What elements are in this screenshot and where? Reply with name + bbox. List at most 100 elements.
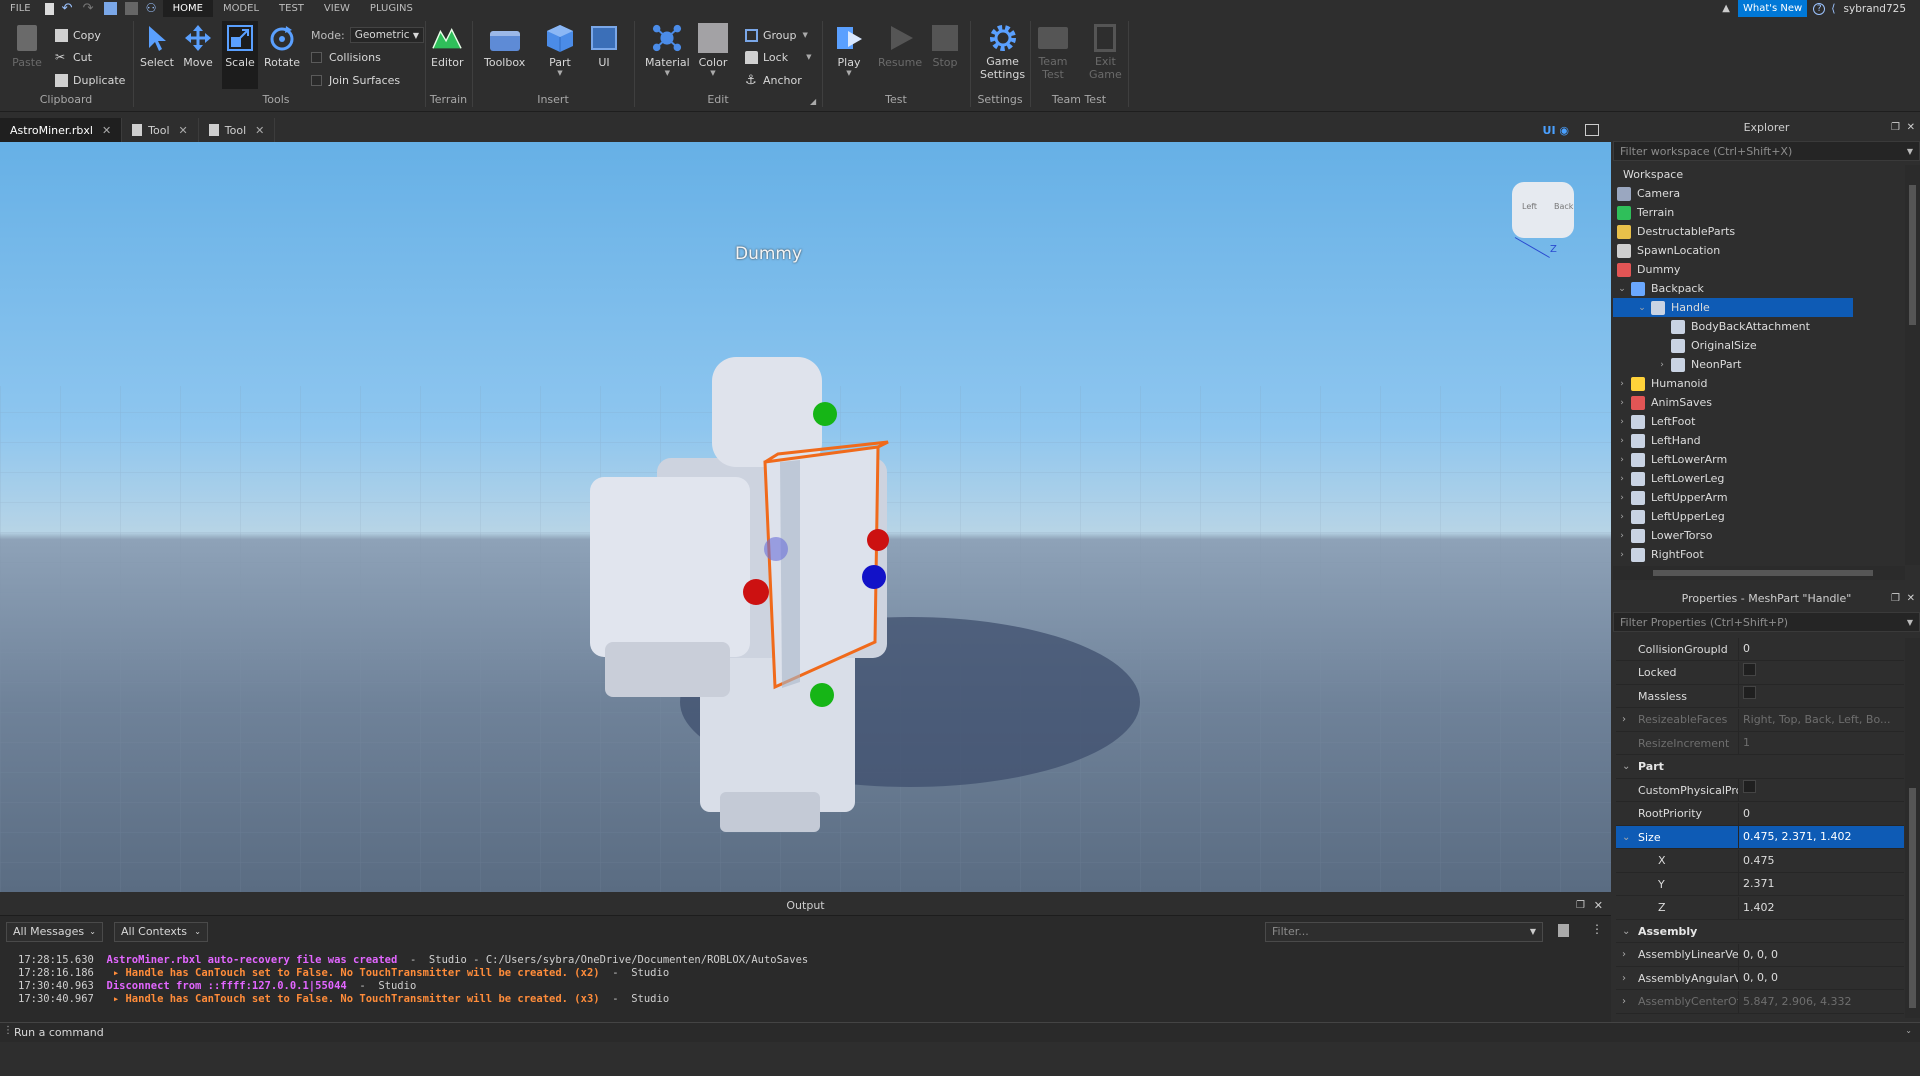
scroll-thumb[interactable] bbox=[1909, 788, 1916, 1008]
property-value[interactable]: 0 bbox=[1738, 802, 1904, 825]
property-row-assemblylinearvelo-[interactable]: › AssemblyLinearVelo...0, 0, 0 bbox=[1616, 943, 1904, 967]
explorer-item-bodybackattachment[interactable]: BodyBackAttachment bbox=[1613, 317, 1905, 336]
chevron-right-icon[interactable]: › bbox=[1617, 531, 1627, 541]
cube-face-left[interactable]: Left bbox=[1522, 202, 1537, 211]
property-row-size[interactable]: ⌄ Size 0.475, 2.371, 1.402 bbox=[1616, 826, 1904, 849]
explorer-item-originalsize[interactable]: OriginalSize bbox=[1613, 336, 1905, 355]
explorer-item-leftfoot[interactable]: › LeftFoot bbox=[1613, 412, 1905, 431]
property-row-x[interactable]: X 0.475 bbox=[1616, 849, 1904, 873]
more-options-icon[interactable]: ⋮ bbox=[1591, 922, 1603, 936]
explorer-item-camera[interactable]: Camera bbox=[1613, 184, 1905, 203]
context-filter-dropdown[interactable]: All Contexts ⌄ bbox=[114, 922, 208, 942]
game-settings-button[interactable]: Game Settings bbox=[980, 23, 1025, 81]
collisions-toggle[interactable]: Collisions bbox=[311, 48, 381, 66]
chevron-down-icon[interactable]: ⌄ bbox=[1622, 926, 1630, 937]
chevron-down-icon[interactable]: ⌄ bbox=[1622, 761, 1630, 772]
property-row-part[interactable]: ⌄ Part bbox=[1616, 755, 1904, 779]
menu-test[interactable]: TEST bbox=[269, 0, 314, 17]
properties-filter-input[interactable]: Filter Properties (Ctrl+Shift+P) ▼ bbox=[1613, 612, 1920, 632]
explorer-item-leftupperarm[interactable]: › LeftUpperArm bbox=[1613, 488, 1905, 507]
select-button[interactable]: Select bbox=[140, 23, 174, 69]
color-button[interactable]: Color ▼ bbox=[698, 23, 728, 77]
property-row-y[interactable]: Y 2.371 bbox=[1616, 873, 1904, 896]
chevron-down-icon[interactable]: ⌄ bbox=[1905, 1026, 1912, 1035]
binoculars-icon[interactable]: ⚇ bbox=[146, 2, 159, 15]
explorer-item-lowertorso[interactable]: › LowerTorso bbox=[1613, 526, 1905, 545]
rotate-button[interactable]: Rotate bbox=[264, 23, 300, 69]
explorer-vscrollbar[interactable] bbox=[1905, 165, 1920, 565]
property-value[interactable]: 0.475 bbox=[1738, 849, 1904, 872]
dock-icon[interactable]: ❐ bbox=[1576, 896, 1585, 916]
property-row-assemblycenterofm-[interactable]: › AssemblyCenterOfM...5.847, 2.906, 4.332 bbox=[1616, 990, 1904, 1014]
team-test-button[interactable]: Team Test bbox=[1038, 23, 1068, 81]
part-button[interactable]: Part ▼ bbox=[545, 23, 575, 77]
paste-button[interactable]: Paste bbox=[12, 23, 42, 69]
explorer-item-backpack[interactable]: ⌄ Backpack bbox=[1613, 279, 1905, 298]
edit-expand-icon[interactable]: ◢ bbox=[810, 97, 816, 106]
close-icon[interactable]: ✕ bbox=[1594, 896, 1603, 916]
chevron-right-icon[interactable]: › bbox=[1617, 493, 1627, 503]
trash-icon[interactable] bbox=[1558, 924, 1569, 937]
dock-icon[interactable]: ❐ bbox=[1891, 589, 1900, 609]
explorer-item-terrain[interactable]: Terrain bbox=[1613, 203, 1905, 222]
3d-viewport[interactable]: Dummy Left Back Z bbox=[0, 142, 1611, 892]
exit-game-button[interactable]: Exit Game bbox=[1089, 23, 1122, 81]
chevron-right-icon[interactable]: › bbox=[1622, 973, 1626, 984]
property-checkbox[interactable] bbox=[1743, 686, 1756, 699]
mode-selector[interactable]: Mode: Geometric ▼ bbox=[311, 26, 425, 44]
explorer-item-workspace[interactable]: Workspace bbox=[1613, 165, 1905, 184]
explorer-item-leftupperleg[interactable]: › LeftUpperLeg bbox=[1613, 507, 1905, 526]
chevron-down-icon[interactable]: ⌄ bbox=[1637, 303, 1647, 313]
play-button[interactable]: Play ▼ bbox=[834, 23, 864, 77]
help-icon[interactable]: ? bbox=[1813, 2, 1826, 15]
explorer-item-handle[interactable]: ⌄ Handle bbox=[1613, 298, 1853, 317]
chevron-right-icon[interactable]: › bbox=[1617, 379, 1627, 389]
chevron-right-icon[interactable]: › bbox=[1617, 512, 1627, 522]
close-icon[interactable]: ✕ bbox=[1907, 118, 1915, 138]
explorer-item-leftlowerleg[interactable]: › LeftLowerLeg bbox=[1613, 469, 1905, 488]
mode-dropdown[interactable]: Geometric ▼ bbox=[349, 27, 425, 43]
undo-icon[interactable]: ↶ bbox=[62, 2, 75, 15]
tab-tool-2[interactable]: Tool ✕ bbox=[199, 118, 276, 142]
ui-visibility-toggle[interactable]: UI ◉ bbox=[1543, 124, 1569, 137]
property-value[interactable]: 0, 0, 0 bbox=[1738, 967, 1904, 989]
explorer-item-humanoid[interactable]: › Humanoid bbox=[1613, 374, 1905, 393]
command-bar[interactable]: ⋮ Run a command ⌄ bbox=[0, 1022, 1920, 1042]
close-icon[interactable]: ✕ bbox=[102, 124, 111, 137]
chevron-down-icon[interactable]: ⌄ bbox=[1617, 284, 1627, 294]
close-icon[interactable]: ✕ bbox=[255, 124, 264, 137]
scroll-thumb[interactable] bbox=[1653, 570, 1873, 576]
property-value[interactable] bbox=[1738, 661, 1904, 684]
cut-button[interactable]: ✂ Cut bbox=[55, 48, 92, 66]
redo-icon[interactable]: ↷ bbox=[83, 2, 96, 15]
terrain-editor-button[interactable]: Editor bbox=[431, 23, 464, 69]
resume-button[interactable]: Resume bbox=[878, 23, 922, 69]
toolbox-button[interactable]: Toolbox bbox=[484, 23, 525, 69]
property-value[interactable]: 0 bbox=[1738, 638, 1904, 660]
property-row-z[interactable]: Z 1.402 bbox=[1616, 896, 1904, 920]
material-button[interactable]: Material ▼ bbox=[645, 23, 690, 77]
chevron-right-icon[interactable]: › bbox=[1617, 436, 1627, 446]
property-row-locked[interactable]: Locked bbox=[1616, 661, 1904, 685]
property-value[interactable]: 0, 0, 0 bbox=[1738, 943, 1904, 966]
message-filter-dropdown[interactable]: All Messages ⌄ bbox=[6, 922, 103, 942]
anchor-button[interactable]: ⚓ Anchor bbox=[745, 71, 802, 89]
publish-icon[interactable] bbox=[103, 2, 117, 15]
explorer-hscrollbar[interactable] bbox=[1613, 566, 1905, 580]
explorer-item-spawnlocation[interactable]: SpawnLocation bbox=[1613, 241, 1905, 260]
view-cube[interactable]: Left Back bbox=[1512, 182, 1574, 238]
chevron-right-icon[interactable]: › bbox=[1657, 360, 1667, 370]
property-row-customphysicalpro-[interactable]: CustomPhysicalPro... bbox=[1616, 779, 1904, 802]
share-icon[interactable]: ⟨ bbox=[1831, 2, 1835, 15]
menu-model[interactable]: MODEL bbox=[213, 0, 269, 17]
move-button[interactable]: Move bbox=[183, 23, 213, 69]
chevron-right-icon[interactable]: › bbox=[1617, 417, 1627, 427]
property-checkbox[interactable] bbox=[1743, 780, 1756, 793]
chevron-right-icon[interactable]: › bbox=[1617, 455, 1627, 465]
scroll-thumb[interactable] bbox=[1909, 185, 1916, 325]
explorer-item-rightfoot[interactable]: › RightFoot bbox=[1613, 545, 1905, 564]
ui-button[interactable]: UI bbox=[589, 23, 619, 69]
property-value[interactable]: 2.371 bbox=[1738, 873, 1904, 895]
menu-view[interactable]: VIEW bbox=[314, 0, 360, 17]
collapse-ribbon-icon[interactable]: ▲ bbox=[1722, 3, 1730, 14]
